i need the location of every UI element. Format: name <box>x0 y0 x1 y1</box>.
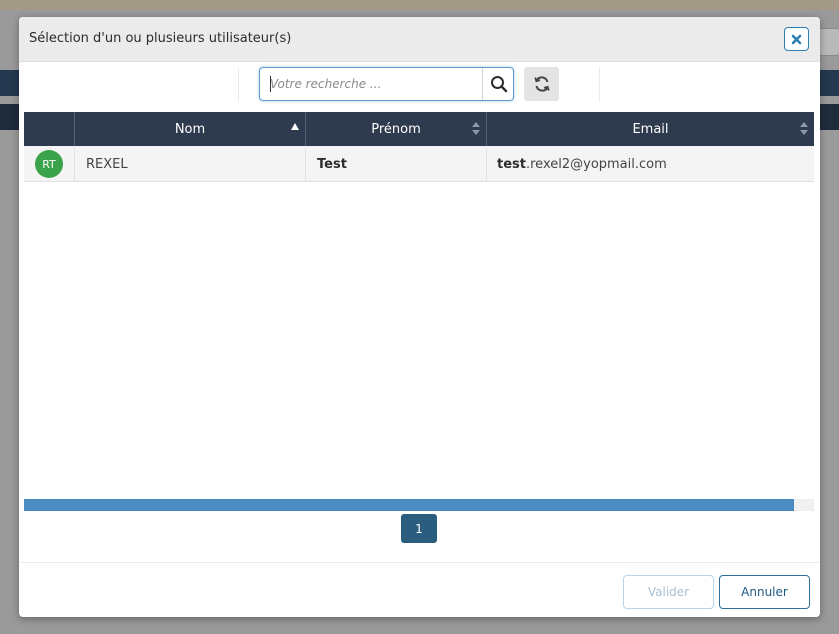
modal-header: Sélection d'un ou plusieurs utilisateur(… <box>19 17 820 62</box>
cell-email: test .rexel2@yopmail.com <box>486 146 814 182</box>
search-button[interactable] <box>482 68 514 100</box>
modal-footer: Valider Annuler <box>19 562 820 617</box>
nom-value: REXEL <box>86 156 128 172</box>
avatar-cell: RT <box>24 146 74 182</box>
validate-button[interactable]: Valider <box>623 575 714 609</box>
avatar: RT <box>35 150 63 178</box>
cancel-button[interactable]: Annuler <box>719 575 810 609</box>
cell-prenom: Test <box>305 146 486 182</box>
search-group <box>259 67 514 101</box>
modal-title: Sélection d'un ou plusieurs utilisateur(… <box>29 31 292 46</box>
toolbar-separator <box>238 67 239 102</box>
toolbar-separator <box>599 67 600 102</box>
close-icon <box>791 34 802 44</box>
search-icon <box>490 76 507 93</box>
close-button[interactable] <box>784 27 809 51</box>
refresh-icon <box>533 76 550 92</box>
column-header-nom[interactable]: Nom <box>74 112 305 146</box>
email-search-match: test <box>497 156 526 172</box>
search-input[interactable] <box>260 68 481 100</box>
sort-icon <box>800 121 808 137</box>
scrollbar-thumb[interactable] <box>24 499 794 511</box>
column-header-label: Prénom <box>371 121 421 137</box>
column-header-email[interactable]: Email <box>486 112 814 146</box>
cell-nom: REXEL <box>74 146 305 182</box>
sort-icon <box>472 121 480 137</box>
background-top-strip <box>0 0 839 10</box>
table-row[interactable]: RT REXEL Test test .rexel2@yopmail.com <box>24 146 814 182</box>
column-header-label: Nom <box>174 121 206 137</box>
column-header-label: Email <box>632 121 669 137</box>
horizontal-scrollbar[interactable] <box>24 499 814 511</box>
column-header-prenom[interactable]: Prénom <box>305 112 486 146</box>
sort-ascending-icon <box>291 123 299 130</box>
refresh-button[interactable] <box>524 67 559 101</box>
table-header: Nom Prénom Email <box>24 112 814 146</box>
email-value: .rexel2@yopmail.com <box>525 156 667 172</box>
column-header-avatar <box>24 112 74 146</box>
pagination-page-button[interactable]: 1 <box>401 514 437 543</box>
user-selection-modal: Sélection d'un ou plusieurs utilisateur(… <box>19 17 820 617</box>
text-cursor <box>270 76 271 92</box>
prenom-value: Test <box>317 156 347 172</box>
